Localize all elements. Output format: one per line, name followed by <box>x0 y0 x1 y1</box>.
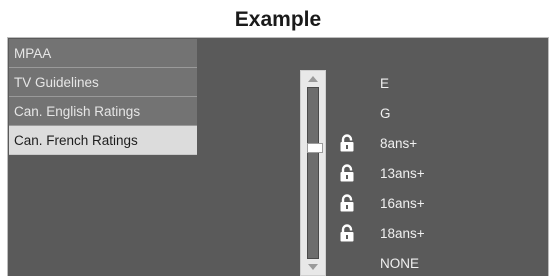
rating-label: 13ans+ <box>380 165 425 181</box>
scroll-down-arrow-icon[interactable] <box>303 261 323 273</box>
ratings-menu: MPAA TV Guidelines Can. English Ratings … <box>9 39 197 155</box>
rating-row[interactable]: G <box>340 98 540 128</box>
rating-label: 16ans+ <box>380 195 425 211</box>
menu-item-tv-guidelines[interactable]: TV Guidelines <box>9 68 197 97</box>
ratings-screen: MPAA TV Guidelines Can. English Ratings … <box>7 37 549 276</box>
rating-row[interactable]: E <box>340 68 540 98</box>
rating-row[interactable]: 18ans+ <box>340 218 540 248</box>
rating-label: 8ans+ <box>380 135 418 151</box>
menu-item-can-french-ratings[interactable]: Can. French Ratings <box>9 126 197 155</box>
rating-row[interactable]: NONE <box>340 248 540 278</box>
rating-row[interactable]: 13ans+ <box>340 158 540 188</box>
scroll-up-arrow-icon[interactable] <box>303 73 323 85</box>
lock-slot <box>340 128 372 158</box>
menu-item-can-english-ratings[interactable]: Can. English Ratings <box>9 97 197 126</box>
rating-list: E G 8ans+ 13ans+ 16ans+ 18ans+ NONE <box>340 68 540 278</box>
rating-row[interactable]: 8ans+ <box>340 128 540 158</box>
lock-slot <box>340 188 372 218</box>
rating-label: NONE <box>380 255 420 271</box>
lock-slot <box>340 158 372 188</box>
lock-icon <box>340 164 354 182</box>
lock-icon <box>340 134 354 152</box>
rating-label: G <box>380 105 391 121</box>
slider-thumb[interactable] <box>307 143 323 154</box>
rating-row[interactable]: 16ans+ <box>340 188 540 218</box>
page-title: Example <box>234 8 322 31</box>
lock-slot <box>340 68 372 98</box>
rating-label: E <box>380 75 390 91</box>
lock-slot <box>340 248 372 278</box>
rating-label: 18ans+ <box>380 225 425 241</box>
lock-slot <box>340 98 372 128</box>
lock-icon <box>340 194 354 212</box>
slider-track[interactable] <box>307 87 323 259</box>
lock-slot <box>340 218 372 248</box>
lock-icon <box>340 224 354 242</box>
menu-item-mpaa[interactable]: MPAA <box>9 39 197 68</box>
rating-level-slider[interactable] <box>300 70 326 276</box>
